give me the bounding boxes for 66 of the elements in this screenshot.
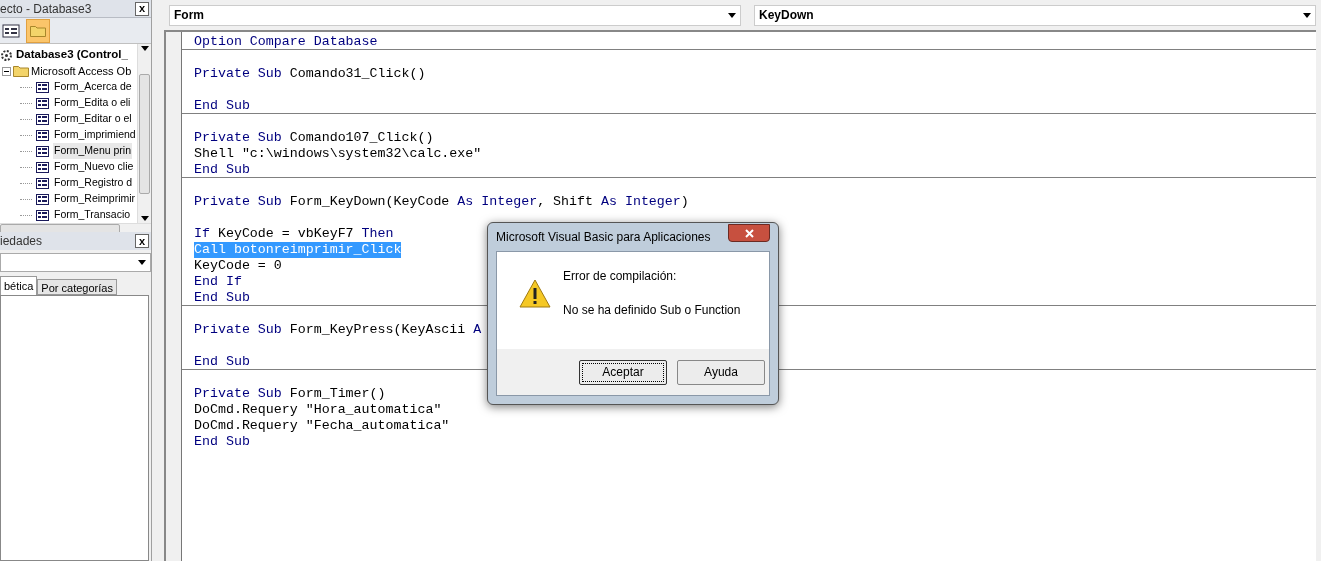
- close-icon: [744, 228, 754, 238]
- procedure-combo[interactable]: KeyDown: [754, 4, 1316, 26]
- code-line: DoCmd.Requery "Hora_automatica": [194, 402, 442, 418]
- tree-item[interactable]: Form_Nuevo clie: [53, 159, 135, 175]
- close-button[interactable]: x: [135, 1, 149, 16]
- tree-item[interactable]: Form_Registro d: [53, 175, 134, 191]
- form-icon: [36, 177, 49, 189]
- dropdown-arrow-icon: [728, 12, 736, 18]
- form-icon: [36, 209, 49, 221]
- code-editor[interactable]: [164, 30, 1316, 561]
- panel-title: iedades: [0, 233, 43, 250]
- view-object-icon[interactable]: [2, 23, 20, 38]
- object-dropdown[interactable]: [0, 253, 151, 272]
- tree-item[interactable]: Database3 (Control_: [16, 46, 128, 64]
- code-line: End Sub: [194, 290, 250, 306]
- code-line: Shell "c:\windows\system32\calc.exe": [194, 146, 482, 162]
- folder-icon: [30, 24, 46, 37]
- collapse-icon[interactable]: [2, 66, 11, 76]
- dialog-button[interactable]: Aceptar: [579, 359, 667, 385]
- code-line: Private Sub Form_Timer(): [194, 386, 386, 402]
- tree-item[interactable]: Form_imprimiend: [53, 127, 137, 143]
- code-line: If KeyCode = vbKeyF7 Then: [194, 226, 394, 242]
- dialog-title: Microsoft Visual Basic para Aplicaciones: [496, 229, 711, 246]
- form-icon: [36, 161, 49, 173]
- toggle-folders-button[interactable]: [26, 18, 50, 43]
- tree-item[interactable]: Form_Reimprimir: [53, 191, 137, 207]
- tree-item[interactable]: Microsoft Access Ob: [31, 62, 132, 80]
- scroll-down-icon: [140, 216, 149, 221]
- project-icon: [0, 48, 13, 62]
- warning-icon: [519, 279, 551, 308]
- dropdown-arrow-icon: [1303, 12, 1311, 18]
- vertical-scrollbar[interactable]: [137, 44, 151, 223]
- code-line: Private Sub Form_KeyPress(KeyAscii A: [194, 322, 482, 338]
- dialog-button[interactable]: Ayuda: [677, 359, 765, 385]
- form-icon: [36, 113, 49, 125]
- object-combo[interactable]: Form: [169, 4, 741, 26]
- code-line: End If: [194, 274, 242, 290]
- tree-item[interactable]: Form_Editar o el: [53, 111, 133, 127]
- tab[interactable]: bética: [0, 276, 38, 295]
- code-line: Private Sub Comando107_Click(): [194, 130, 434, 146]
- tab[interactable]: Por categorías: [37, 279, 117, 295]
- dropdown-arrow-icon: [138, 260, 146, 265]
- code-line: End Sub: [194, 98, 250, 114]
- error-heading: Error de compilación:: [563, 268, 678, 285]
- form-icon: [36, 193, 49, 205]
- form-icon: [36, 97, 49, 109]
- close-button[interactable]: [728, 224, 770, 242]
- code-line: End Sub: [194, 434, 250, 450]
- code-line: DoCmd.Requery "Fecha_automatica": [194, 418, 450, 434]
- error-message: No se ha definido Sub o Function: [563, 302, 741, 319]
- code-line: Private Sub Comando31_Click(): [194, 66, 426, 82]
- panel-title: ecto - Database3: [0, 0, 92, 18]
- folder-icon: [13, 65, 29, 77]
- tree-item[interactable]: Form_Menu prin: [53, 143, 133, 159]
- code-line: End Sub: [194, 354, 250, 370]
- form-icon: [36, 81, 49, 93]
- tree-item[interactable]: Form_Transacio: [53, 207, 132, 223]
- form-icon: [36, 129, 49, 141]
- code-line: Option Compare Database: [194, 34, 378, 50]
- code-line: KeyCode = 0: [194, 258, 282, 274]
- tree-item[interactable]: Form_Acerca de: [53, 79, 133, 95]
- code-line: Private Sub Form_KeyDown(KeyCode As Integer, Shift As Integer): [194, 194, 689, 210]
- tree-item[interactable]: Form_Edita o eli: [53, 95, 132, 111]
- close-button[interactable]: x: [135, 234, 149, 248]
- code-line: End Sub: [194, 162, 250, 178]
- form-icon: [36, 145, 49, 157]
